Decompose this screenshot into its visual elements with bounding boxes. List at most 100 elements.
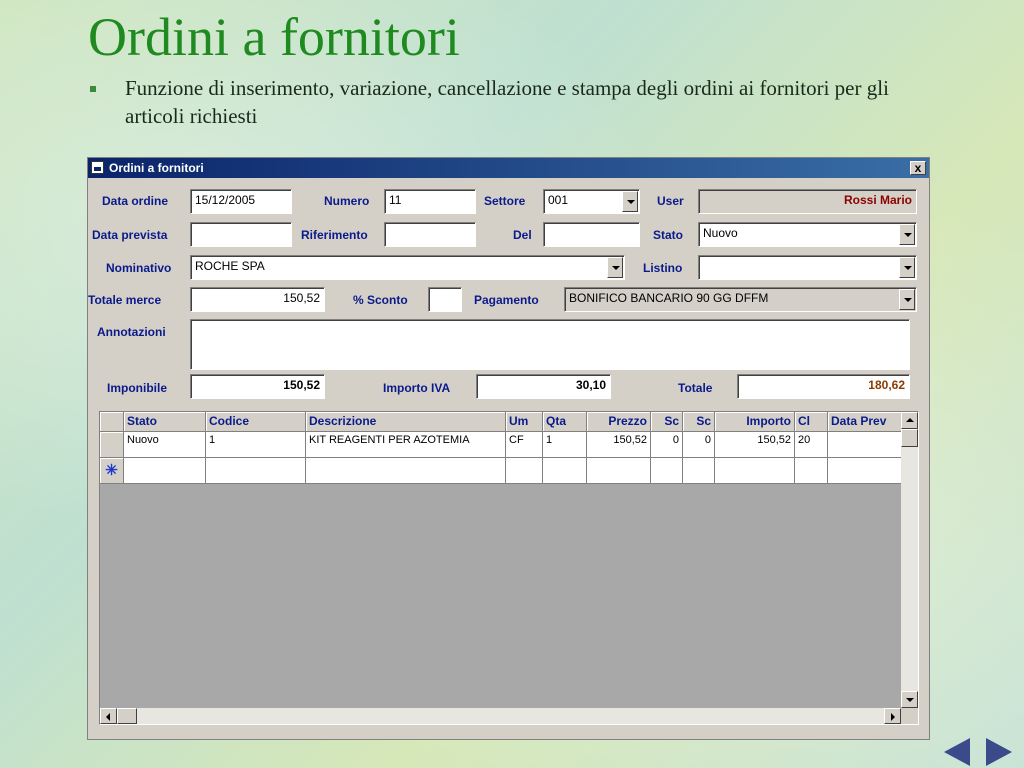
stato-label: Stato <box>653 228 683 242</box>
user-label: User <box>657 194 684 208</box>
close-button[interactable]: x <box>910 161 926 175</box>
row-selector[interactable] <box>100 432 124 458</box>
chevron-down-icon[interactable] <box>607 257 623 278</box>
settore-label: Settore <box>484 194 526 208</box>
listino-label: Listino <box>643 261 683 275</box>
scroll-up-icon[interactable] <box>901 412 918 429</box>
data-prevista-label: Data prevista <box>92 228 168 242</box>
totale-merce-label: Totale merce <box>88 293 162 307</box>
chevron-down-icon[interactable] <box>899 224 915 245</box>
grid-header-row: Stato Codice Descrizione Um Qta Prezzo S… <box>100 412 906 432</box>
totale-label: Totale <box>678 381 713 395</box>
next-slide-icon[interactable] <box>986 738 1012 766</box>
pagamento-select[interactable]: BONIFICO BANCARIO 90 GG DFFM <box>564 287 917 312</box>
cell-um[interactable]: CF <box>506 432 543 458</box>
grid-body: Stato Codice Descrizione Um Qta Prezzo S… <box>100 412 906 708</box>
nominativo-value: ROCHE SPA <box>195 259 265 273</box>
cell-descrizione[interactable]: KIT REAGENTI PER AZOTEMIA <box>306 432 506 458</box>
totale-field: 180,62 <box>737 374 910 399</box>
importo-iva-label: Importo IVA <box>383 381 451 395</box>
cell-stato[interactable]: Nuovo <box>124 432 206 458</box>
pagamento-label: Pagamento <box>474 293 539 307</box>
riferimento-label: Riferimento <box>301 228 368 242</box>
annotazioni-label: Annotazioni <box>97 325 166 339</box>
nominativo-select[interactable]: ROCHE SPA <box>190 255 625 280</box>
cell-data-prev[interactable] <box>828 432 906 458</box>
app-icon <box>91 161 104 174</box>
settore-value: 001 <box>548 193 569 207</box>
data-prevista-field[interactable] <box>190 222 292 247</box>
numero-label: Numero <box>324 194 370 208</box>
new-cell[interactable] <box>715 458 795 484</box>
cell-sc1[interactable]: 0 <box>651 432 683 458</box>
stato-value: Nuovo <box>703 226 738 240</box>
column-header-data-prev[interactable]: Data Prev <box>828 412 906 432</box>
riferimento-field[interactable] <box>384 222 476 247</box>
data-ordine-field[interactable]: 15/12/2005 <box>190 189 292 214</box>
column-header-codice[interactable]: Codice <box>206 412 306 432</box>
horizontal-scroll-thumb[interactable] <box>117 708 137 724</box>
header-selector <box>100 412 124 432</box>
column-header-qta[interactable]: Qta <box>543 412 587 432</box>
totale-merce-field[interactable]: 150,52 <box>190 287 325 312</box>
table-row[interactable]: Nuovo 1 KIT REAGENTI PER AZOTEMIA CF 1 1… <box>100 432 906 458</box>
window-titlebar[interactable]: Ordini a fornitori x <box>88 158 929 178</box>
column-header-cl[interactable]: Cl <box>795 412 828 432</box>
settore-select[interactable]: 001 <box>543 189 640 214</box>
scroll-corner <box>901 708 918 724</box>
new-cell[interactable] <box>306 458 506 484</box>
column-header-importo[interactable]: Importo <box>715 412 795 432</box>
chevron-down-icon[interactable] <box>899 289 915 310</box>
bullet-marker <box>90 86 96 92</box>
pagamento-value: BONIFICO BANCARIO 90 GG DFFM <box>569 291 769 305</box>
column-header-sc2[interactable]: Sc <box>683 412 715 432</box>
stato-select[interactable]: Nuovo <box>698 222 917 247</box>
orders-window: Ordini a fornitori x Data ordine 15/12/2… <box>87 157 930 740</box>
chevron-down-icon[interactable] <box>622 191 638 212</box>
column-header-um[interactable]: Um <box>506 412 543 432</box>
new-cell[interactable] <box>124 458 206 484</box>
previous-slide-icon[interactable] <box>944 738 970 766</box>
new-cell[interactable] <box>651 458 683 484</box>
new-row[interactable]: ✳ <box>100 458 906 484</box>
bullet-text: Funzione di inserimento, variazione, can… <box>125 76 889 128</box>
del-field[interactable] <box>543 222 640 247</box>
window-title: Ordini a fornitori <box>109 161 204 175</box>
cell-qta[interactable]: 1 <box>543 432 587 458</box>
annotazioni-field[interactable] <box>190 319 910 370</box>
cell-sc2[interactable]: 0 <box>683 432 715 458</box>
slide-title: Ordini a fornitori <box>88 7 460 67</box>
sconto-field[interactable] <box>428 287 462 312</box>
vertical-scroll-thumb[interactable] <box>901 429 918 447</box>
order-lines-grid: Stato Codice Descrizione Um Qta Prezzo S… <box>99 411 919 725</box>
scroll-left-icon[interactable] <box>100 708 117 724</box>
new-cell[interactable] <box>683 458 715 484</box>
cell-importo[interactable]: 150,52 <box>715 432 795 458</box>
new-cell[interactable] <box>795 458 828 484</box>
new-row-icon: ✳ <box>100 458 124 484</box>
numero-field[interactable]: 11 <box>384 189 476 214</box>
data-ordine-label: Data ordine <box>102 194 169 208</box>
horizontal-scrollbar[interactable] <box>100 708 901 724</box>
column-header-sc1[interactable]: Sc <box>651 412 683 432</box>
column-header-descrizione[interactable]: Descrizione <box>306 412 506 432</box>
imponibile-field: 150,52 <box>190 374 325 399</box>
user-field: Rossi Mario <box>698 189 917 214</box>
scroll-down-icon[interactable] <box>901 691 918 708</box>
new-cell[interactable] <box>828 458 906 484</box>
cell-cl[interactable]: 20 <box>795 432 828 458</box>
column-header-prezzo[interactable]: Prezzo <box>587 412 651 432</box>
new-cell[interactable] <box>506 458 543 484</box>
cell-prezzo[interactable]: 150,52 <box>587 432 651 458</box>
del-label: Del <box>513 228 532 242</box>
new-cell[interactable] <box>543 458 587 484</box>
cell-codice[interactable]: 1 <box>206 432 306 458</box>
imponibile-label: Imponibile <box>107 381 167 395</box>
column-header-stato[interactable]: Stato <box>124 412 206 432</box>
new-cell[interactable] <box>587 458 651 484</box>
scroll-right-icon[interactable] <box>884 708 901 724</box>
listino-select[interactable] <box>698 255 917 280</box>
vertical-scrollbar[interactable] <box>901 412 918 708</box>
new-cell[interactable] <box>206 458 306 484</box>
chevron-down-icon[interactable] <box>899 257 915 278</box>
